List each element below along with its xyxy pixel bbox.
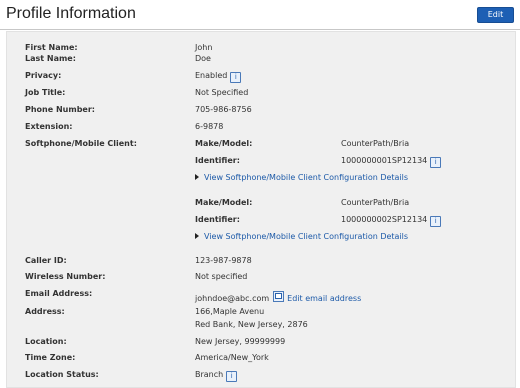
address-line1: 166,Maple Avenu — [195, 307, 265, 316]
client-2-details-link[interactable]: View Softphone/Mobile Client Configurati… — [204, 232, 408, 241]
address-line2: Red Bank, New Jersey, 2876 — [195, 320, 308, 329]
client-2-make-label: Make/Model: — [195, 198, 253, 207]
info-icon[interactable]: i — [226, 371, 238, 382]
extension-label: Extension: — [25, 122, 73, 131]
address-label: Address: — [25, 307, 65, 316]
email-value: johndoe@abc.com Edit email address — [195, 291, 361, 304]
privacy-text: Enabled — [195, 71, 228, 80]
first-name-value: John — [195, 43, 213, 52]
job-title-value: Not Specified — [195, 88, 249, 97]
privacy-value: Enabled i — [195, 71, 242, 83]
location-status-value: Branch i — [195, 370, 238, 382]
last-name-label: Last Name: — [25, 54, 76, 63]
header: Profile Information Edit — [0, 0, 520, 30]
client-2-details-row[interactable]: View Softphone/Mobile Client Configurati… — [195, 232, 408, 242]
client-1-identifier-text: 1000000001SP12134 — [341, 156, 428, 165]
client-2-identifier-label: Identifier: — [195, 215, 240, 224]
phone-label: Phone Number: — [25, 105, 95, 114]
edit-email-link[interactable]: Edit email address — [287, 294, 361, 303]
triangle-right-icon[interactable] — [195, 174, 199, 180]
email-text: johndoe@abc.com — [195, 294, 270, 303]
client-1-identifier-value: 1000000001SP12134 i — [341, 156, 442, 168]
profile-panel: First Name: Last Name: Privacy: Job Titl… — [6, 31, 516, 388]
job-title-label: Job Title: — [25, 88, 66, 97]
client-1-details-link[interactable]: View Softphone/Mobile Client Configurati… — [204, 173, 408, 182]
edit-button[interactable]: Edit — [477, 7, 514, 23]
timezone-value: America/New_York — [195, 353, 269, 362]
caller-id-value: 123-987-9878 — [195, 256, 252, 265]
caller-id-label: Caller ID: — [25, 256, 67, 265]
triangle-right-icon[interactable] — [195, 233, 199, 239]
client-2-identifier-text: 1000000002SP12134 — [341, 215, 428, 224]
phone-value: 705-986-8756 — [195, 105, 252, 114]
client-1-identifier-label: Identifier: — [195, 156, 240, 165]
last-name-value: Doe — [195, 54, 211, 63]
info-icon[interactable]: i — [230, 72, 242, 83]
extension-value: 6-9878 — [195, 122, 224, 131]
client-2-identifier-value: 1000000002SP12134 i — [341, 215, 442, 227]
info-icon[interactable]: i — [430, 157, 442, 168]
location-value: New Jersey, 99999999 — [195, 337, 286, 346]
wireless-label: Wireless Number: — [25, 272, 106, 281]
first-name-label: First Name: — [25, 43, 78, 52]
timezone-label: Time Zone: — [25, 353, 76, 362]
email-label: Email Address: — [25, 289, 93, 298]
client-1-make-label: Make/Model: — [195, 139, 253, 148]
client-1-details-row[interactable]: View Softphone/Mobile Client Configurati… — [195, 173, 408, 183]
info-icon[interactable]: i — [430, 216, 442, 227]
email-icon[interactable] — [273, 291, 285, 302]
softphone-label: Softphone/Mobile Client: — [25, 139, 137, 148]
client-2-make-value: CounterPath/Bria — [341, 198, 410, 207]
location-status-text: Branch — [195, 370, 224, 379]
client-1-make-value: CounterPath/Bria — [341, 139, 410, 148]
page-title: Profile Information — [6, 5, 136, 22]
wireless-value: Not specified — [195, 272, 248, 281]
location-label: Location: — [25, 337, 67, 346]
privacy-label: Privacy: — [25, 71, 62, 80]
location-status-label: Location Status: — [25, 370, 99, 379]
divider — [0, 29, 520, 30]
